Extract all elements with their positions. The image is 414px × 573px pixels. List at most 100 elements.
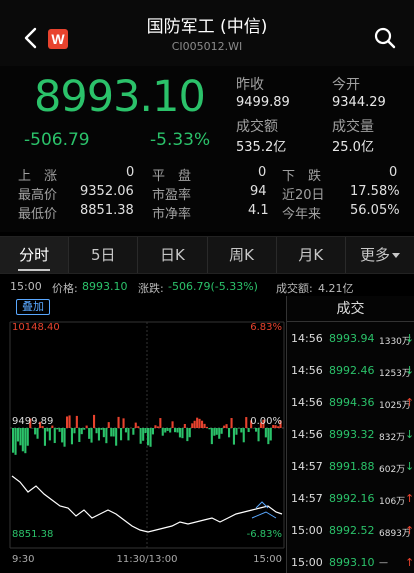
volume-value: 25.0亿 — [332, 140, 374, 155]
chart-bottom-pct: -6.83% — [247, 529, 282, 540]
volume-bar — [232, 428, 235, 445]
page-title: 国防军工 (中信) — [146, 17, 268, 37]
volume-bar — [115, 428, 118, 446]
tab-monthly-k[interactable]: 月K — [277, 237, 346, 273]
volume-bar — [100, 428, 103, 430]
trade-row: 14:56 8993.94 1330万 ↓ — [287, 330, 414, 350]
pb-value: 4.1 — [248, 203, 269, 218]
volume-bar — [267, 428, 270, 445]
trade-time: 14:56 — [291, 332, 323, 345]
volume-bar — [53, 428, 56, 444]
trades-title: 成交 — [287, 296, 414, 322]
overlay-button[interactable]: 叠加 — [16, 299, 50, 315]
volume-bar — [90, 428, 93, 443]
high-label: 最高价 — [18, 188, 58, 203]
search-icon[interactable] — [374, 27, 396, 49]
down-count-value: 0 — [389, 165, 398, 180]
volume-bar — [16, 428, 19, 442]
turnover-label: 成交额 — [236, 119, 278, 135]
open-value: 9344.29 — [332, 95, 386, 110]
volume-bar — [137, 426, 140, 428]
volume-bar — [117, 416, 120, 428]
volume-bar — [223, 425, 226, 428]
down-count-label: 下 跌 — [282, 169, 322, 184]
trade-price: 8994.36 — [329, 396, 375, 409]
volume-bar — [201, 420, 204, 428]
volume-bar — [43, 428, 46, 446]
volume-bar — [75, 415, 78, 428]
volume-bar — [70, 428, 73, 445]
info-price-label: 价格: — [52, 282, 78, 295]
trade-volume: 832万 — [379, 433, 406, 443]
trade-price: 8992.46 — [329, 364, 375, 377]
trade-price: 8991.88 — [329, 460, 375, 473]
volume-bar — [19, 428, 22, 446]
tab-5day[interactable]: 5日 — [69, 237, 139, 273]
volume-bar — [213, 428, 216, 436]
chart-top-pct: 6.83% — [250, 322, 282, 333]
volume-bar — [198, 418, 201, 428]
volume-bar — [210, 428, 213, 445]
arrow-down-icon: ↓ — [405, 364, 414, 377]
intraday-chart[interactable]: 叠加 10148.40 6.83% 9499.89 0.00% 8851.38 … — [0, 296, 286, 573]
volume-bar — [73, 428, 76, 434]
volume-bar — [225, 424, 228, 428]
tab-intraday[interactable]: 分时 — [0, 237, 70, 273]
trade-row: 15:00 8992.52 6893万 ↑ — [287, 522, 414, 542]
volume-bar — [97, 428, 100, 441]
trade-row: 14:57 8992.16 106万 ↑ — [287, 490, 414, 510]
trade-price: 8993.94 — [329, 332, 375, 345]
volume-bar — [183, 423, 186, 428]
trade-time: 14:57 — [291, 460, 323, 473]
last-price: 8993.10 — [34, 72, 206, 122]
arrow-up-icon: ↑ — [405, 492, 414, 505]
index-code: CI005012.WI — [171, 40, 243, 53]
price-change-pct: -5.33% — [150, 130, 211, 150]
volume-bar — [203, 423, 206, 428]
volume-bar — [144, 428, 147, 434]
volume-bar — [127, 428, 130, 441]
volume-bar — [24, 428, 27, 454]
volume-bar — [208, 428, 211, 430]
trade-price: 8993.32 — [329, 428, 375, 441]
tab-daily-k[interactable]: 日K — [138, 237, 208, 273]
volume-bar — [78, 428, 81, 442]
trade-ticker-panel: 成交 14:56 8993.94 1330万 ↓ 14:56 8992.46 1253万 ↓ 1… — [286, 296, 414, 573]
volume-bar — [110, 428, 113, 437]
chart-x-mid: 11:30/13:00 — [116, 554, 177, 565]
tab-weekly-k[interactable]: 周K — [208, 237, 277, 273]
volume-bar — [58, 428, 61, 432]
d20-label: 近20日 — [282, 188, 325, 203]
arrow-down-icon: ↓ — [405, 428, 414, 441]
chart-mid-pct: 0.00% — [250, 416, 282, 427]
volume-bar — [247, 428, 250, 433]
volume-bar — [85, 425, 88, 428]
volume-bar — [154, 425, 157, 428]
arrow-up-icon: ↑ — [405, 556, 414, 569]
ytd-value: 56.05% — [350, 203, 400, 218]
volume-bar — [63, 428, 66, 447]
volume-bar — [61, 428, 64, 443]
trade-time: 14:57 — [291, 492, 323, 505]
volume-bar — [196, 417, 199, 428]
volume-bar — [242, 428, 245, 443]
low-value: 8851.38 — [80, 203, 134, 218]
chart-mid-price: 9499.89 — [12, 416, 53, 427]
quote-panel: 8993.10 -506.79 -5.33% 昨收 9499.89 今开 934… — [0, 66, 414, 232]
chart-bottom-price: 8851.38 — [12, 529, 53, 540]
open-label: 今开 — [332, 77, 360, 93]
trade-volume: 602万 — [379, 465, 406, 475]
volume-bar — [142, 428, 145, 441]
trade-volume: 106万 — [379, 497, 406, 507]
volume-bar — [102, 428, 105, 438]
price-change: -506.79 — [24, 130, 90, 150]
volume-bar — [132, 428, 135, 435]
low-label: 最低价 — [18, 207, 58, 222]
trade-row: 14:57 8991.88 602万 ↓ — [287, 458, 414, 478]
tab-more[interactable]: 更多 — [346, 237, 414, 273]
trade-price: 8992.16 — [329, 492, 375, 505]
volume-bar — [124, 428, 127, 433]
trade-row: 14:56 8993.32 832万 ↓ — [287, 426, 414, 446]
volume-bar — [134, 422, 137, 428]
volume-bar — [66, 416, 69, 428]
